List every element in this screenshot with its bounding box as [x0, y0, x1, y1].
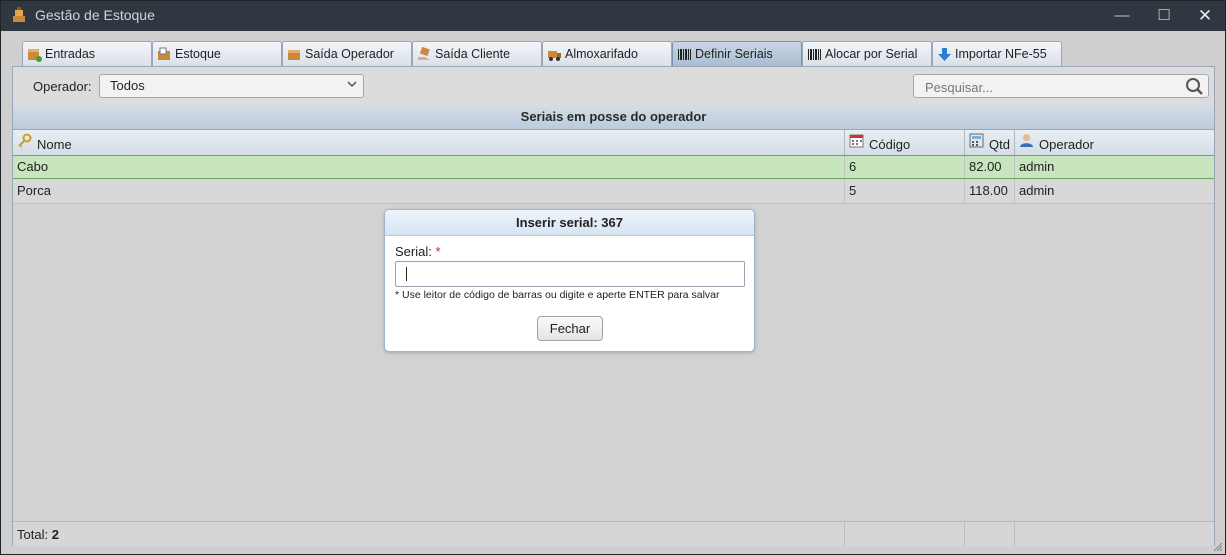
required-mark: *: [435, 244, 441, 259]
tab-label: Estoque: [175, 47, 221, 61]
total-count: Total: 2: [17, 527, 59, 542]
cell-codigo: 5: [845, 180, 965, 203]
grid-footer: Total: 2: [13, 521, 1214, 546]
app-window: Gestão de Estoque — ☐ ✕ Entradas Estoque…: [0, 0, 1226, 555]
operator-select[interactable]: Todos: [99, 74, 364, 98]
truck-icon: [548, 51, 561, 61]
tab-almoxarifado[interactable]: Almoxarifado: [542, 41, 672, 66]
download-arrow-icon: [938, 48, 951, 61]
cell-nome: Cabo: [13, 156, 845, 178]
total-label: Total:: [17, 527, 49, 542]
cell-codigo: 6: [845, 156, 965, 178]
serial-input[interactable]: [395, 261, 745, 287]
tab-label: Importar NFe-55: [955, 47, 1047, 61]
tab-label: Saída Operador: [305, 47, 394, 61]
tab-alocar-por-serial[interactable]: Alocar por Serial: [802, 41, 932, 66]
app-boxes-icon: [13, 7, 25, 22]
footer-cell: [965, 522, 1015, 546]
tab-label: Alocar por Serial: [825, 47, 918, 61]
tab-label: Definir Seriais: [695, 47, 773, 61]
column-header-codigo[interactable]: Código: [845, 130, 965, 155]
footer-cell: Total: 2: [13, 522, 845, 546]
fechar-button[interactable]: Fechar: [537, 316, 603, 341]
total-value: 2: [51, 527, 59, 542]
operator-label: Operador:: [33, 79, 92, 94]
cell-operador: admin: [1019, 183, 1055, 198]
dialog-title: Inserir serial: 367: [385, 210, 754, 236]
calculator-icon: [969, 133, 984, 148]
tab-entradas[interactable]: Entradas: [22, 41, 152, 66]
tab-label: Entradas: [45, 47, 96, 61]
insert-serial-dialog: Inserir serial: 367 Serial: * * Use leit…: [384, 209, 755, 352]
cell-nome: Porca: [13, 180, 845, 203]
footer-cell: [845, 522, 965, 546]
calendar-icon: [849, 134, 864, 148]
grid-header: Nome Código Qtd Operador: [13, 130, 1214, 156]
barcode-icon: [808, 49, 821, 60]
tab-saida-operador[interactable]: Saída Operador: [282, 41, 412, 66]
tab-label: Saída Cliente: [435, 47, 511, 61]
user-icon: [1020, 134, 1033, 147]
column-header-nome[interactable]: Nome: [13, 130, 845, 155]
cell-qtd: 118.00: [965, 180, 1015, 203]
hand-box-icon: [418, 47, 430, 60]
table-row[interactable]: Porca 5 118.00 admin: [13, 180, 1214, 204]
text-cursor: [406, 267, 407, 281]
minimize-button[interactable]: —: [1108, 5, 1136, 27]
serial-label-text: Serial:: [395, 244, 432, 259]
title-bar[interactable]: Gestão de Estoque — ☐ ✕: [1, 1, 1225, 31]
cell-qtd: 82.00: [965, 156, 1015, 178]
tab-saida-cliente[interactable]: Saída Cliente: [412, 41, 542, 66]
chevron-down-icon: [347, 81, 357, 88]
filter-toolbar: Operador: Todos: [13, 67, 1214, 106]
window-title: Gestão de Estoque: [35, 7, 155, 23]
cell-operador: admin: [1019, 159, 1055, 174]
column-header-qtd[interactable]: Qtd: [965, 130, 1015, 155]
tab-importar-nfe[interactable]: Importar NFe-55: [932, 41, 1062, 66]
tab-estoque[interactable]: Estoque: [152, 41, 282, 66]
search-input[interactable]: [923, 78, 1177, 96]
table-row[interactable]: Cabo 6 82.00 admin: [13, 155, 1214, 179]
tab-label: Almoxarifado: [565, 47, 638, 61]
barcode-icon: [678, 49, 691, 60]
box-add-icon: [28, 49, 42, 62]
serial-field-label: Serial: *: [395, 244, 441, 259]
tab-definir-seriais[interactable]: Definir Seriais: [672, 41, 802, 66]
close-button[interactable]: ✕: [1191, 5, 1219, 27]
maximize-button[interactable]: ☐: [1150, 5, 1178, 27]
key-icon: [18, 133, 32, 148]
box-list-icon: [158, 47, 170, 60]
tab-bar: Entradas Estoque Saída Operador Saída Cl…: [13, 41, 1215, 67]
box-out-icon: [288, 50, 300, 60]
search-icon[interactable]: [1185, 77, 1204, 96]
resize-grip-icon[interactable]: [1213, 542, 1223, 552]
operator-selected-value: Todos: [110, 78, 145, 93]
search-box[interactable]: [913, 74, 1209, 98]
serial-hint: * Use leitor de código de barras ou digi…: [395, 289, 720, 301]
grid-title: Seriais em posse do operador: [13, 105, 1214, 130]
column-header-operador[interactable]: Operador: [1015, 130, 1214, 155]
